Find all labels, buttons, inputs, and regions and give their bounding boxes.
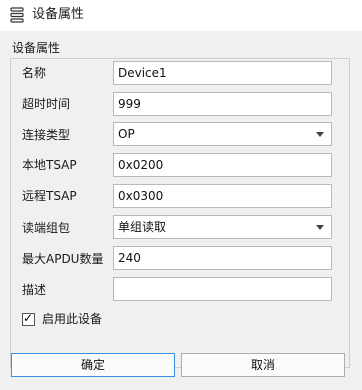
name-label: 名称 [22,66,47,80]
connection-type-label: 连接类型 [22,128,71,142]
title-bar: 设备属性 [0,0,362,30]
read-write-group-select[interactable]: 单组读取 [113,215,332,239]
description-input[interactable] [113,277,332,301]
checkmark-icon: ✓ [23,311,34,325]
group-label: 设备属性 [12,41,61,55]
local-tsap-input[interactable]: 0x0200 [113,153,332,177]
remote-tsap-input[interactable]: 0x0300 [113,184,332,208]
enable-checkbox-label[interactable]: 启用此设备 [42,312,102,326]
timeout-label: 超时时间 [22,97,71,111]
ok-button[interactable]: 确定 [11,353,175,377]
read-write-group-value: 单组读取 [118,220,167,234]
local-tsap-label: 本地TSAP [22,158,77,172]
remote-tsap-label: 远程TSAP [22,189,77,203]
max-apdu-label: 最大APDU数量 [22,252,104,266]
window-title: 设备属性 [32,7,85,22]
chevron-down-icon[interactable] [316,225,324,230]
list-icon [10,7,24,23]
max-apdu-input[interactable]: 240 [113,246,332,270]
timeout-input[interactable]: 999 [113,92,332,116]
read-write-group-label: 读端组包 [22,221,71,235]
chevron-down-icon[interactable] [316,132,324,137]
dialog-content: 设备属性 名称 Device1 超时时间 999 连接类型 OP 本地TSAP … [0,31,362,390]
enable-checkbox[interactable]: ✓ [22,311,35,326]
connection-type-select[interactable]: OP [113,122,332,146]
cancel-button[interactable]: 取消 [181,353,345,377]
name-input[interactable]: Device1 [113,61,332,85]
connection-type-value: OP [118,127,135,141]
description-label: 描述 [22,283,47,297]
